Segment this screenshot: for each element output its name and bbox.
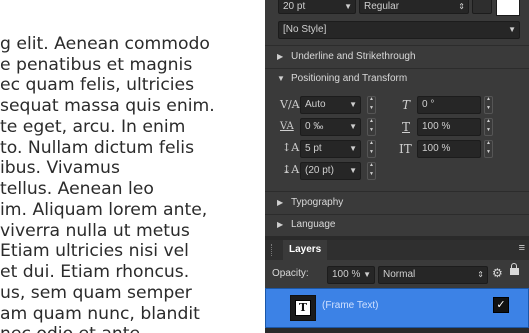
section-positioning-transform[interactable]: ▼ Positioning and Transform — [265, 68, 529, 90]
horizontal-scale-stepper[interactable] — [484, 140, 493, 158]
baseline-shift-field[interactable]: 5 pt ▼ — [300, 140, 361, 158]
section-language[interactable]: ▶ Language — [265, 214, 529, 236]
canvas-text-line: ibus. Vivamus — [0, 158, 120, 178]
leading-value: (20 pt) — [305, 165, 334, 176]
collapse-triangle-icon: ▼ — [277, 74, 285, 83]
tab-label: Layers — [289, 244, 322, 255]
canvas-text-line: Etiam ultricies nisi vel — [0, 241, 189, 261]
section-typography[interactable]: ▶ Typography — [265, 192, 529, 214]
canvas-text-line: te eget, arcu. In enim — [0, 117, 186, 137]
baseline-shift-icon: ↕A — [282, 141, 300, 154]
tracking-stepper[interactable] — [367, 96, 376, 114]
grip-icon[interactable] — [271, 244, 274, 256]
font-weight-dropdown[interactable]: Regular ⇕ — [359, 0, 469, 14]
canvas-text-line: g elit. Aenean commodo — [0, 34, 210, 54]
font-size-dropdown[interactable]: 20 pt ▼ — [278, 0, 356, 14]
font-weight-value: Regular — [364, 1, 400, 12]
canvas-text-line: to. Nullam dictum felis — [0, 138, 195, 158]
canvas-text-line: us, sem quam semper — [0, 283, 192, 303]
baseline-value: 5 pt — [305, 143, 322, 154]
canvas-text-line: tellus. Aenean leo — [0, 179, 154, 199]
visibility-checkbox[interactable]: ✓ — [493, 297, 509, 313]
layers-panel-header: Layers ≡ — [265, 240, 529, 260]
canvas-text-line: e penatibus et magnis — [0, 55, 193, 75]
style-value: [No Style] — [283, 24, 327, 35]
shear-value: 0 ° — [422, 99, 435, 110]
expand-triangle-icon: ▶ — [277, 220, 284, 229]
blend-mode-value: Normal — [383, 269, 416, 280]
updown-icon: ⇕ — [477, 270, 484, 279]
canvas-text-line: nec odio et ante — [0, 324, 140, 333]
opacity-label: Opacity: — [272, 268, 309, 279]
chevron-down-icon: ▼ — [349, 122, 357, 131]
chevron-down-icon: ▼ — [349, 100, 357, 109]
expand-triangle-icon: ▶ — [277, 52, 284, 61]
canvas-text-line: et dui. Etiam rhoncus. — [0, 262, 190, 282]
vertical-scale-icon: T — [402, 120, 411, 134]
kerning-value: 0 ‰ — [305, 121, 324, 132]
vertical-scale-field[interactable]: 100 % — [417, 118, 481, 136]
paragraph-style-dropdown[interactable]: [No Style] ▼ — [278, 21, 520, 39]
kerning-field[interactable]: 0 ‰ ▼ — [300, 118, 361, 136]
opacity-row: Opacity: 100 % ▼ Normal ⇕ ⚙ — [265, 260, 529, 288]
section-label: Language — [291, 219, 336, 230]
section-label: Underline and Strikethrough — [291, 51, 416, 62]
text-frame-icon: T — [295, 300, 311, 316]
layer-row-frame-text[interactable]: T (Frame Text) ✓ — [265, 288, 529, 328]
tracking-value: Auto — [305, 99, 326, 110]
character-panel: 20 pt ▼ Regular ⇕ [No Style] ▼ ▶ Underli… — [265, 0, 529, 333]
tracking-icon: V/A — [280, 98, 300, 111]
panel-menu-icon[interactable]: ≡ — [519, 242, 525, 254]
vertical-scale-value: 100 % — [422, 121, 451, 132]
horizontal-scale-value: 100 % — [422, 143, 451, 154]
canvas-text-line: im. Aliquam lorem ante, — [0, 200, 208, 220]
chevron-down-icon: ▼ — [349, 166, 357, 175]
opacity-dropdown[interactable]: 100 % ▼ — [327, 266, 375, 284]
vertical-scale-stepper[interactable] — [484, 118, 493, 136]
canvas-text-line: sequat massa quis enim. — [0, 96, 215, 116]
section-underline-strikethrough[interactable]: ▶ Underline and Strikethrough — [265, 46, 529, 68]
shear-field[interactable]: 0 ° — [417, 96, 481, 114]
canvas-text-line: am quam nunc, blandit — [0, 304, 200, 324]
leading-field[interactable]: (20 pt) ▼ — [300, 162, 361, 180]
background-color-swatch[interactable] — [472, 0, 492, 14]
font-size-value: 20 pt — [283, 1, 306, 12]
kerning-stepper[interactable] — [367, 118, 376, 136]
section-label: Positioning and Transform — [291, 73, 408, 84]
gear-icon[interactable]: ⚙ — [492, 266, 503, 280]
horizontal-scale-field[interactable]: 100 % — [417, 140, 481, 158]
tracking-field[interactable]: Auto ▼ — [300, 96, 361, 114]
layers-list: T (Frame Text) ✓ — [265, 288, 529, 333]
horizontal-scale-icon: IT — [399, 142, 412, 156]
kerning-icon: VA — [280, 121, 294, 132]
canvas-text-line: viverra nulla ut metus — [0, 221, 190, 241]
canvas-text-line: ec quam felis, ultricies — [0, 75, 195, 95]
section-label: Typography — [291, 197, 344, 208]
leading-icon: ↨A — [282, 163, 300, 176]
shear-icon: T — [402, 98, 411, 112]
document-canvas[interactable]: g elit. Aenean commodo e penatibus et ma… — [0, 0, 265, 333]
lock-shackle — [511, 263, 517, 269]
blend-mode-dropdown[interactable]: Normal ⇕ — [378, 266, 488, 284]
chevron-down-icon: ▼ — [363, 270, 371, 279]
chevron-down-icon: ▼ — [349, 144, 357, 153]
shear-stepper[interactable] — [484, 96, 493, 114]
updown-icon: ⇕ — [458, 2, 465, 11]
opacity-value: 100 % — [332, 269, 361, 280]
expand-triangle-icon: ▶ — [277, 198, 284, 207]
chevron-down-icon: ▼ — [508, 25, 516, 34]
leading-stepper[interactable] — [367, 162, 376, 180]
text-color-swatch[interactable] — [496, 0, 520, 16]
baseline-stepper[interactable] — [367, 140, 376, 158]
layer-thumbnail: T — [290, 295, 316, 321]
chevron-down-icon: ▼ — [344, 2, 352, 11]
lock-icon[interactable] — [510, 268, 519, 275]
tab-layers[interactable]: Layers — [283, 240, 328, 260]
layer-name: (Frame Text) — [322, 300, 379, 311]
